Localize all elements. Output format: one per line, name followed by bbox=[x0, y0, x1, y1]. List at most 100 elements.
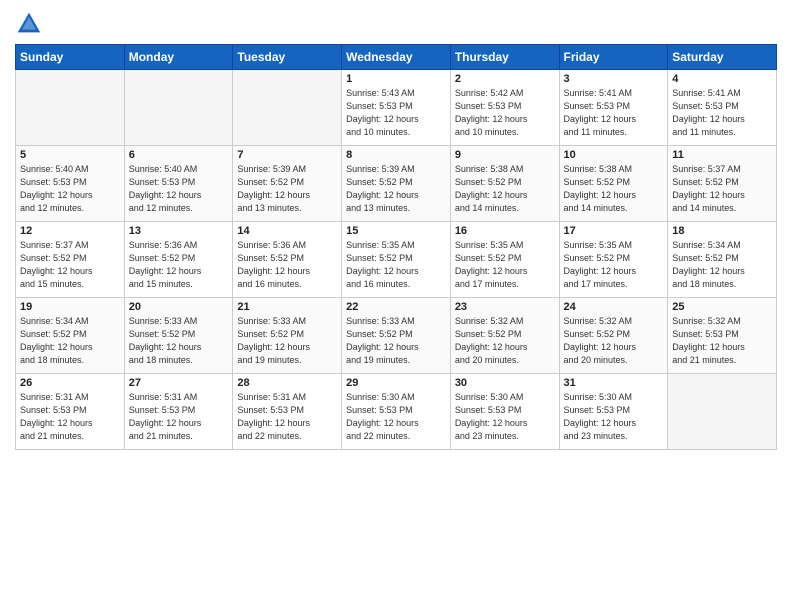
day-number: 23 bbox=[455, 301, 555, 313]
weekday-header-saturday: Saturday bbox=[668, 45, 777, 70]
day-number: 20 bbox=[129, 301, 229, 313]
day-number: 10 bbox=[564, 149, 664, 161]
day-info: Sunrise: 5:31 AMSunset: 5:53 PMDaylight:… bbox=[237, 391, 337, 443]
day-info: Sunrise: 5:41 AMSunset: 5:53 PMDaylight:… bbox=[672, 87, 772, 139]
day-info: Sunrise: 5:33 AMSunset: 5:52 PMDaylight:… bbox=[129, 315, 229, 367]
day-number: 3 bbox=[564, 73, 664, 85]
calendar-cell: 10 Sunrise: 5:38 AMSunset: 5:52 PMDayligh… bbox=[559, 146, 668, 222]
weekday-header-wednesday: Wednesday bbox=[342, 45, 451, 70]
day-info: Sunrise: 5:37 AMSunset: 5:52 PMDaylight:… bbox=[20, 239, 120, 291]
day-number: 6 bbox=[129, 149, 229, 161]
calendar-cell: 8Sunrise: 5:39 AMSunset: 5:52 PMDaylight… bbox=[342, 146, 451, 222]
calendar-week-1: 1 Sunrise: 5:43 AMSunset: 5:53 PMDaylight… bbox=[16, 70, 777, 146]
day-number: 7 bbox=[237, 149, 337, 161]
day-number: 1 bbox=[346, 73, 446, 85]
day-number: 15 bbox=[346, 225, 446, 237]
day-info: Sunrise: 5:30 AMSunset: 5:53 PMDaylight:… bbox=[346, 391, 446, 443]
calendar-cell: 23 Sunrise: 5:32 AMSunset: 5:52 PMDayligh… bbox=[450, 298, 559, 374]
calendar-cell: 3Sunrise: 5:41 AMSunset: 5:53 PMDaylight… bbox=[559, 70, 668, 146]
calendar-cell: 5Sunrise: 5:40 AMSunset: 5:53 PMDaylight… bbox=[16, 146, 125, 222]
calendar-cell: 16 Sunrise: 5:35 AMSunset: 5:52 PMDayligh… bbox=[450, 222, 559, 298]
calendar-cell: 17 Sunrise: 5:35 AMSunset: 5:52 PMDayligh… bbox=[559, 222, 668, 298]
day-number: 27 bbox=[129, 377, 229, 389]
day-number: 4 bbox=[672, 73, 772, 85]
calendar-cell: 21Sunrise: 5:33 AMSunset: 5:52 PMDayligh… bbox=[233, 298, 342, 374]
day-info: Sunrise: 5:38 AMSunset: 5:52 PMDaylight:… bbox=[564, 163, 664, 215]
calendar-cell: 27 Sunrise: 5:31 AMSunset: 5:53 PMDayligh… bbox=[124, 374, 233, 450]
calendar-cell: 19 Sunrise: 5:34 AMSunset: 5:52 PMDayligh… bbox=[16, 298, 125, 374]
day-number: 14 bbox=[237, 225, 337, 237]
calendar-cell bbox=[124, 70, 233, 146]
calendar-cell: 22Sunrise: 5:33 AMSunset: 5:52 PMDayligh… bbox=[342, 298, 451, 374]
calendar-cell: 29 Sunrise: 5:30 AMSunset: 5:53 PMDayligh… bbox=[342, 374, 451, 450]
calendar-cell bbox=[668, 374, 777, 450]
day-number: 28 bbox=[237, 377, 337, 389]
day-info: Sunrise: 5:30 AMSunset: 5:53 PMDaylight:… bbox=[455, 391, 555, 443]
day-number: 8 bbox=[346, 149, 446, 161]
day-number: 16 bbox=[455, 225, 555, 237]
logo bbox=[15, 10, 47, 38]
day-info: Sunrise: 5:34 AMSunset: 5:52 PMDaylight:… bbox=[20, 315, 120, 367]
day-info: Sunrise: 5:39 AMSunset: 5:52 PMDaylight:… bbox=[237, 163, 337, 215]
calendar-cell: 1 Sunrise: 5:43 AMSunset: 5:53 PMDaylight… bbox=[342, 70, 451, 146]
calendar-cell: 2 Sunrise: 5:42 AMSunset: 5:53 PMDaylight… bbox=[450, 70, 559, 146]
weekday-header-row: SundayMondayTuesdayWednesdayThursdayFrid… bbox=[16, 45, 777, 70]
day-info: Sunrise: 5:42 AMSunset: 5:53 PMDaylight:… bbox=[455, 87, 555, 139]
calendar-cell: 24 Sunrise: 5:32 AMSunset: 5:52 PMDayligh… bbox=[559, 298, 668, 374]
calendar-cell: 7 Sunrise: 5:39 AMSunset: 5:52 PMDaylight… bbox=[233, 146, 342, 222]
day-info: Sunrise: 5:30 AMSunset: 5:53 PMDaylight:… bbox=[564, 391, 664, 443]
day-number: 11 bbox=[672, 149, 772, 161]
calendar-cell: 20 Sunrise: 5:33 AMSunset: 5:52 PMDayligh… bbox=[124, 298, 233, 374]
calendar-cell: 9 Sunrise: 5:38 AMSunset: 5:52 PMDaylight… bbox=[450, 146, 559, 222]
day-info: Sunrise: 5:31 AMSunset: 5:53 PMDaylight:… bbox=[20, 391, 120, 443]
calendar-week-4: 19 Sunrise: 5:34 AMSunset: 5:52 PMDayligh… bbox=[16, 298, 777, 374]
day-info: Sunrise: 5:36 AMSunset: 5:52 PMDaylight:… bbox=[129, 239, 229, 291]
day-number: 19 bbox=[20, 301, 120, 313]
calendar-cell: 12 Sunrise: 5:37 AMSunset: 5:52 PMDayligh… bbox=[16, 222, 125, 298]
day-number: 5 bbox=[20, 149, 120, 161]
day-number: 13 bbox=[129, 225, 229, 237]
day-info: Sunrise: 5:33 AMSunset: 5:52 PMDaylight:… bbox=[346, 315, 446, 367]
header bbox=[15, 10, 777, 38]
day-info: Sunrise: 5:31 AMSunset: 5:53 PMDaylight:… bbox=[129, 391, 229, 443]
weekday-header-tuesday: Tuesday bbox=[233, 45, 342, 70]
day-number: 17 bbox=[564, 225, 664, 237]
calendar-week-2: 5Sunrise: 5:40 AMSunset: 5:53 PMDaylight… bbox=[16, 146, 777, 222]
calendar-cell: 26 Sunrise: 5:31 AMSunset: 5:53 PMDayligh… bbox=[16, 374, 125, 450]
logo-icon bbox=[15, 10, 43, 38]
calendar-week-3: 12 Sunrise: 5:37 AMSunset: 5:52 PMDayligh… bbox=[16, 222, 777, 298]
weekday-header-thursday: Thursday bbox=[450, 45, 559, 70]
day-info: Sunrise: 5:35 AMSunset: 5:52 PMDaylight:… bbox=[346, 239, 446, 291]
calendar-cell: 13 Sunrise: 5:36 AMSunset: 5:52 PMDayligh… bbox=[124, 222, 233, 298]
calendar-cell: 4 Sunrise: 5:41 AMSunset: 5:53 PMDaylight… bbox=[668, 70, 777, 146]
page-container: SundayMondayTuesdayWednesdayThursdayFrid… bbox=[0, 0, 792, 460]
day-number: 24 bbox=[564, 301, 664, 313]
day-number: 31 bbox=[564, 377, 664, 389]
day-number: 18 bbox=[672, 225, 772, 237]
calendar-cell: 31 Sunrise: 5:30 AMSunset: 5:53 PMDayligh… bbox=[559, 374, 668, 450]
day-info: Sunrise: 5:36 AMSunset: 5:52 PMDaylight:… bbox=[237, 239, 337, 291]
day-info: Sunrise: 5:38 AMSunset: 5:52 PMDaylight:… bbox=[455, 163, 555, 215]
day-info: Sunrise: 5:32 AMSunset: 5:52 PMDaylight:… bbox=[564, 315, 664, 367]
day-number: 30 bbox=[455, 377, 555, 389]
day-info: Sunrise: 5:35 AMSunset: 5:52 PMDaylight:… bbox=[564, 239, 664, 291]
weekday-header-friday: Friday bbox=[559, 45, 668, 70]
weekday-header-monday: Monday bbox=[124, 45, 233, 70]
day-number: 2 bbox=[455, 73, 555, 85]
calendar-table: SundayMondayTuesdayWednesdayThursdayFrid… bbox=[15, 44, 777, 450]
day-info: Sunrise: 5:32 AMSunset: 5:52 PMDaylight:… bbox=[455, 315, 555, 367]
calendar-cell: 28 Sunrise: 5:31 AMSunset: 5:53 PMDayligh… bbox=[233, 374, 342, 450]
day-number: 9 bbox=[455, 149, 555, 161]
day-number: 29 bbox=[346, 377, 446, 389]
calendar-cell bbox=[16, 70, 125, 146]
calendar-cell: 14 Sunrise: 5:36 AMSunset: 5:52 PMDayligh… bbox=[233, 222, 342, 298]
day-number: 26 bbox=[20, 377, 120, 389]
day-info: Sunrise: 5:35 AMSunset: 5:52 PMDaylight:… bbox=[455, 239, 555, 291]
day-info: Sunrise: 5:43 AMSunset: 5:53 PMDaylight:… bbox=[346, 87, 446, 139]
calendar-cell: 6Sunrise: 5:40 AMSunset: 5:53 PMDaylight… bbox=[124, 146, 233, 222]
calendar-cell: 15 Sunrise: 5:35 AMSunset: 5:52 PMDayligh… bbox=[342, 222, 451, 298]
weekday-header-sunday: Sunday bbox=[16, 45, 125, 70]
day-number: 25 bbox=[672, 301, 772, 313]
day-info: Sunrise: 5:34 AMSunset: 5:52 PMDaylight:… bbox=[672, 239, 772, 291]
day-number: 12 bbox=[20, 225, 120, 237]
